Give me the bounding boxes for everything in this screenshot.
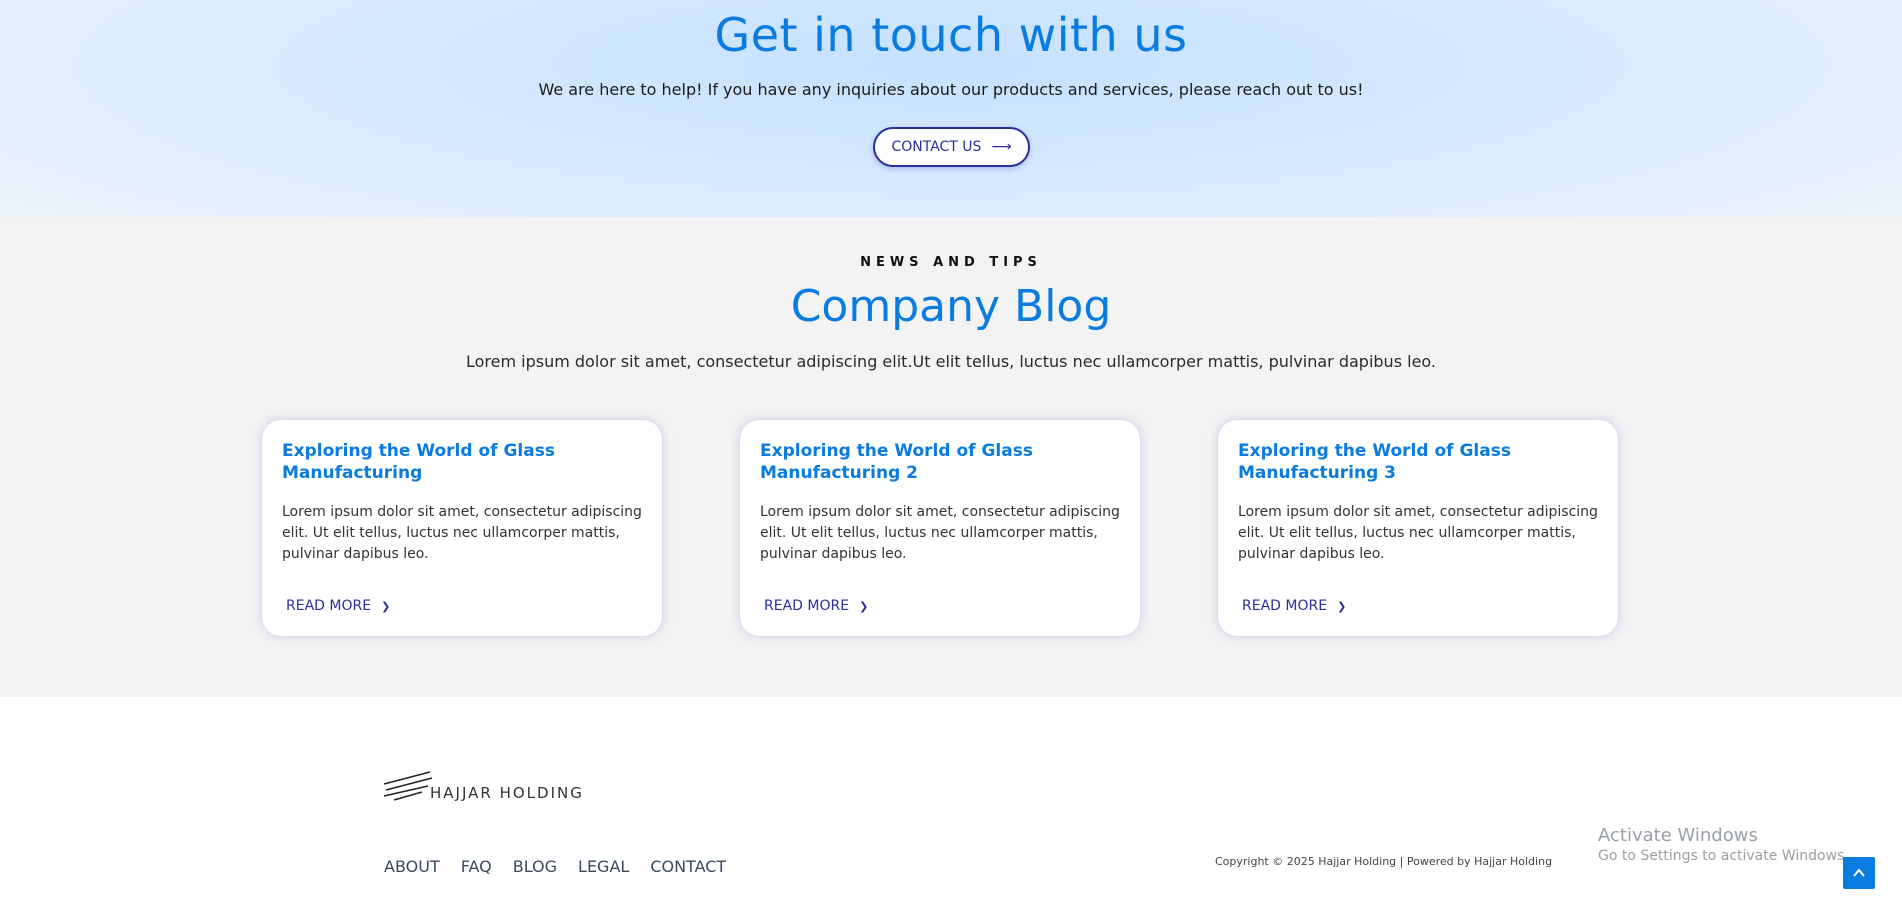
read-more-label: READ MORE	[764, 598, 850, 614]
chevron-right-icon: ❯	[1337, 599, 1347, 613]
slash-lines-logo-icon	[383, 771, 433, 801]
blog-card: Exploring the World of Glass Manufacturi…	[261, 419, 663, 637]
footer-link-contact[interactable]: CONTACT	[650, 857, 726, 876]
read-more-label: READ MORE	[1242, 598, 1328, 614]
chevron-right-icon: ❯	[859, 599, 869, 613]
chevron-right-icon: ❯	[381, 599, 391, 613]
blog-card-excerpt: Lorem ipsum dolor sit amet, consectetur …	[1238, 504, 1598, 562]
windows-activation-watermark: Activate Windows Go to Settings to activ…	[1598, 825, 1849, 864]
footer-nav: ABOUT FAQ BLOG LEGAL CONTACT	[384, 857, 726, 876]
hero-title: Get in touch with us	[714, 8, 1188, 62]
watermark-subtitle: Go to Settings to activate Windows.	[1598, 848, 1849, 864]
watermark-title: Activate Windows	[1598, 825, 1758, 846]
read-more-link[interactable]: READ MORE ❯	[1242, 598, 1346, 614]
blog-card: Exploring the World of Glass Manufacturi…	[1217, 419, 1619, 637]
read-more-label: READ MORE	[286, 598, 372, 614]
footer-link-blog[interactable]: BLOG	[513, 857, 557, 876]
blog-section: NEWS AND TIPS Company Blog Lorem ipsum d…	[0, 217, 1902, 697]
footer-link-about[interactable]: ABOUT	[384, 857, 440, 876]
footer-link-legal[interactable]: LEGAL	[578, 857, 629, 876]
footer-link-faq[interactable]: FAQ	[461, 857, 492, 876]
blog-card-title[interactable]: Exploring the World of Glass Manufacturi…	[282, 440, 582, 484]
contact-us-label: CONTACT US	[891, 139, 982, 155]
logo-text: HAJJAR HOLDING	[430, 784, 584, 802]
arrow-right-icon: ⟶	[991, 139, 1012, 155]
blog-card-excerpt: Lorem ipsum dolor sit amet, consectetur …	[282, 504, 642, 562]
hero-subtitle: We are here to help! If you have any inq…	[538, 80, 1364, 99]
scroll-to-top-button[interactable]	[1843, 857, 1875, 889]
blog-eyebrow: NEWS AND TIPS	[860, 255, 1042, 270]
blog-card: Exploring the World of Glass Manufacturi…	[739, 419, 1141, 637]
copyright-text: Copyright © 2025 Hajjar Holding | Powere…	[1215, 855, 1553, 868]
blog-card-title[interactable]: Exploring the World of Glass Manufacturi…	[760, 440, 1060, 484]
read-more-link[interactable]: READ MORE ❯	[764, 598, 868, 614]
contact-hero: Get in touch with us We are here to help…	[0, 0, 1902, 217]
site-footer: HAJJAR HOLDING ABOUT FAQ BLOG LEGAL CONT…	[0, 697, 1902, 918]
blog-card-title[interactable]: Exploring the World of Glass Manufacturi…	[1238, 440, 1538, 484]
blog-title: Company Blog	[790, 281, 1112, 332]
blog-card-excerpt: Lorem ipsum dolor sit amet, consectetur …	[760, 504, 1120, 562]
footer-logo[interactable]: HAJJAR HOLDING	[382, 770, 584, 802]
contact-us-button[interactable]: CONTACT US ⟶	[873, 127, 1030, 167]
read-more-link[interactable]: READ MORE ❯	[286, 598, 390, 614]
chevron-up-icon	[1853, 868, 1865, 877]
blog-lead: Lorem ipsum dolor sit amet, consectetur …	[465, 352, 1436, 371]
